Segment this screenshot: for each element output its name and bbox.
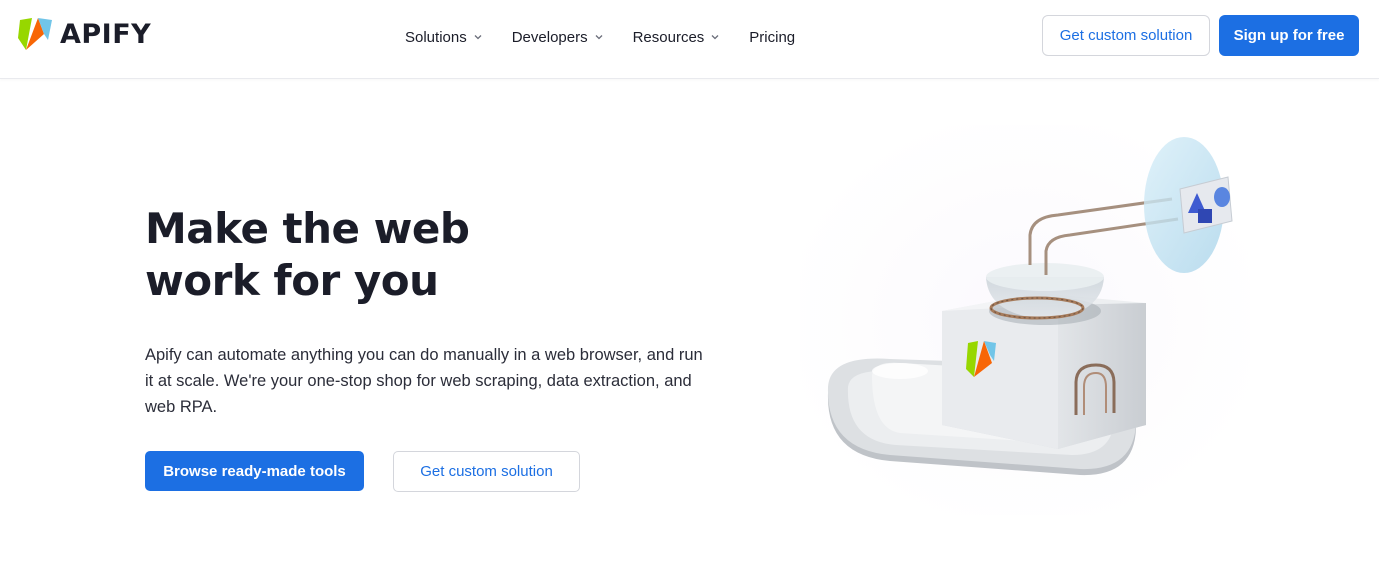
hero-get-custom-solution-button[interactable]: Get custom solution <box>393 451 580 492</box>
nav-label: Developers <box>511 28 588 46</box>
hero-title-line: Make the web <box>145 204 470 253</box>
nav-pricing[interactable]: Pricing <box>749 29 795 46</box>
header-get-custom-solution-button[interactable]: Get custom solution <box>1042 15 1210 56</box>
signup-button[interactable]: Sign up for free <box>1219 15 1359 56</box>
chevron-down-icon <box>595 35 603 40</box>
hero-title: Make the web work for you <box>145 203 565 307</box>
chevron-down-icon <box>474 35 482 40</box>
hero-title-line: work for you <box>145 256 439 305</box>
hero-illustration <box>800 125 1250 515</box>
nav-solutions[interactable]: Solutions <box>405 29 483 46</box>
site-header: APIFY Solutions Developers Resources Pri… <box>0 0 1379 79</box>
nav-label: Pricing <box>749 28 796 46</box>
nav-resources[interactable]: Resources <box>633 29 721 46</box>
nav-label: Solutions <box>405 28 467 46</box>
browse-tools-button[interactable]: Browse ready-made tools <box>145 451 364 491</box>
hero-description: Apify can automate anything you can do m… <box>145 346 703 416</box>
nav-developers[interactable]: Developers <box>512 29 604 46</box>
brand-name: APIFY <box>60 18 152 50</box>
chevron-down-icon <box>711 35 719 40</box>
apify-logo[interactable]: APIFY <box>18 16 151 52</box>
nav-label: Resources <box>632 28 705 46</box>
main-nav: Solutions Developers Resources Pricing <box>405 27 824 47</box>
apify-logo-icon <box>18 18 52 50</box>
